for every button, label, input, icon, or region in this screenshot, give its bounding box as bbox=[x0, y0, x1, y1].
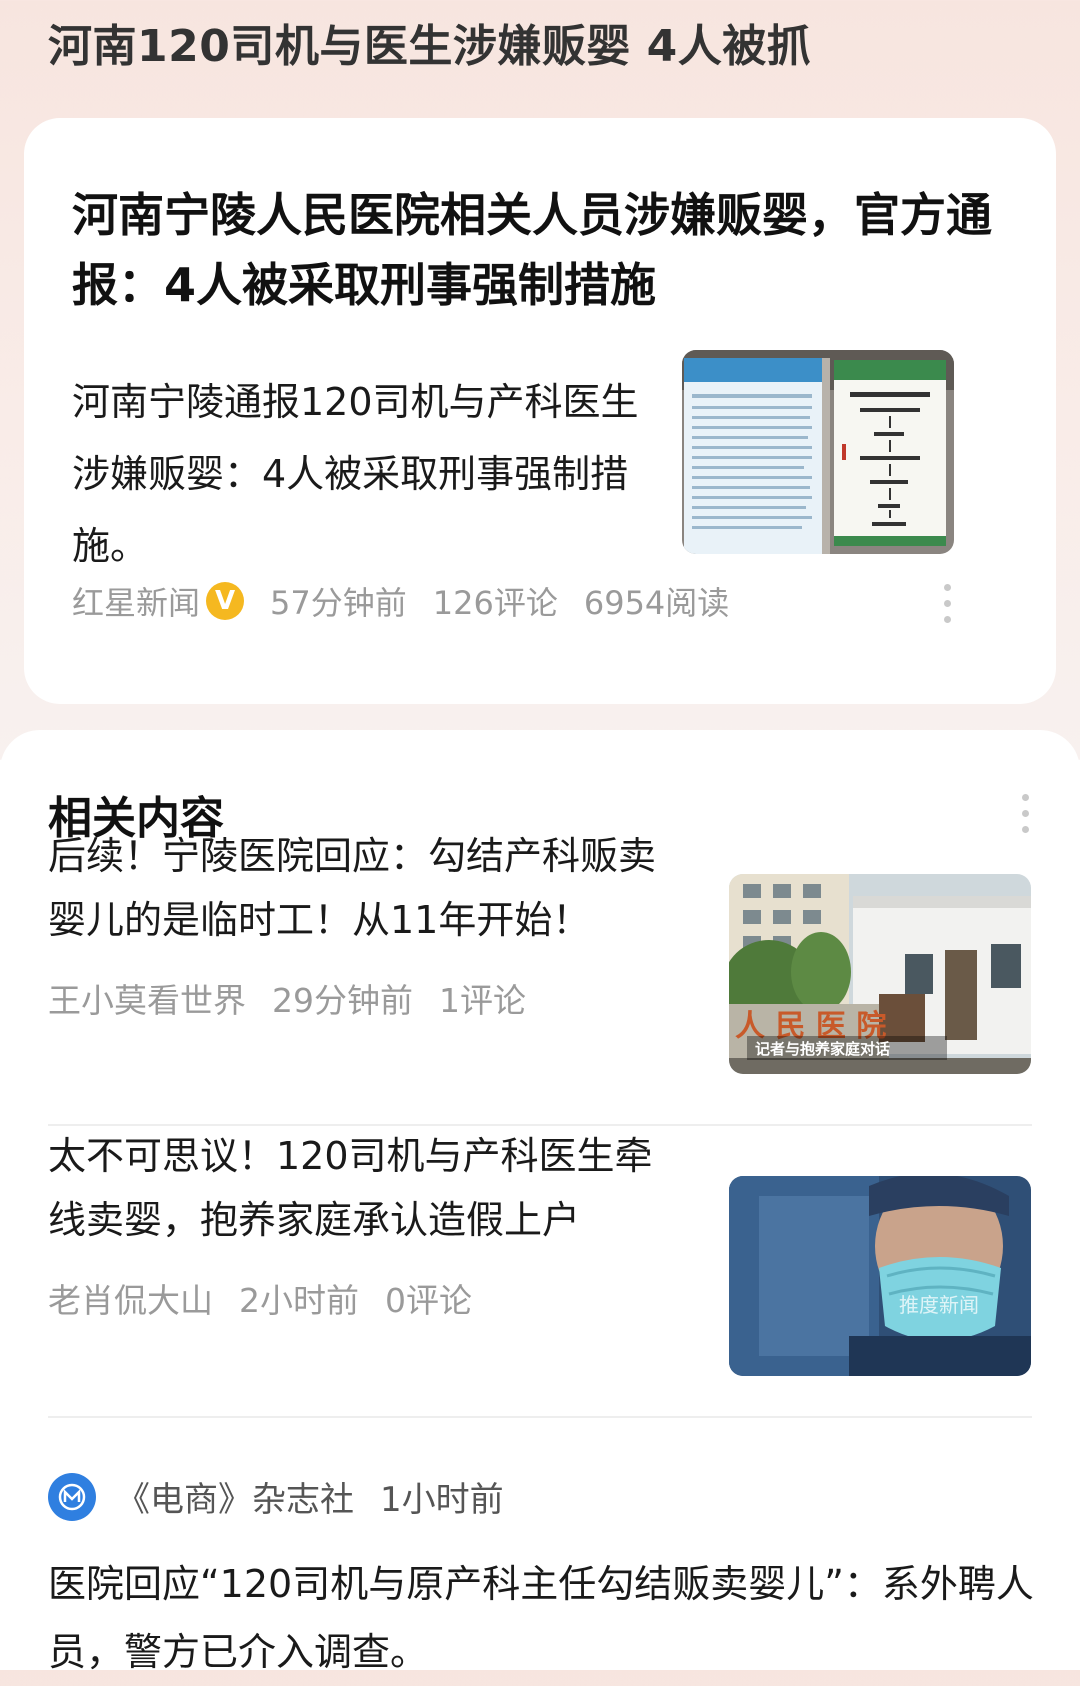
hospital-building-photo: 人 民 医 院 记者与抱养家庭对话 bbox=[729, 874, 1031, 1074]
news-thumbnail[interactable] bbox=[682, 350, 954, 554]
news-headline[interactable]: 河南宁陵人民医院相关人员涉嫌贩婴，官方通报：4人被采取刑事强制措施 bbox=[72, 180, 1012, 320]
source-time: 1小时前 bbox=[380, 1480, 504, 1520]
related-item-title[interactable]: 太不可思议！120司机与产科医生牵线卖婴，抱养家庭承认造假上户 bbox=[48, 1124, 678, 1252]
news-summary[interactable]: 河南宁陵通报120司机与产科医生涉嫌贩婴：4人被采取刑事强制措施。 bbox=[72, 366, 672, 582]
related-item-author[interactable]: 老肖侃大山 bbox=[48, 1274, 213, 1322]
news-card[interactable]: 河南宁陵人民医院相关人员涉嫌贩婴，官方通报：4人被采取刑事强制措施 河南宁陵通报… bbox=[24, 118, 1056, 704]
related-section: 相关内容 后续！宁陵医院回应：勾结产科贩卖婴儿的是临时工！从11年开始！ 王小莫… bbox=[0, 730, 1080, 1674]
related-item-author[interactable]: 王小莫看世界 bbox=[48, 974, 246, 1022]
news-source[interactable]: 红星新闻 bbox=[72, 578, 200, 624]
news-meta: 红星新闻 V 57分钟前 126评论 6954阅读 bbox=[72, 578, 755, 624]
related-item-thumbnail[interactable]: 人 民 医 院 记者与抱养家庭对话 bbox=[729, 874, 1031, 1074]
news-reads: 6954阅读 bbox=[583, 584, 730, 622]
page-title: 河南120司机与医生涉嫌贩婴 4人被抓 bbox=[48, 21, 812, 72]
news-comments: 126评论 bbox=[432, 584, 558, 622]
thumb-watermark: 推度新闻 bbox=[899, 1293, 979, 1317]
related-item-time: 2小时前 bbox=[239, 1281, 359, 1320]
verified-badge-icon: V bbox=[206, 582, 245, 620]
more-options-icon[interactable] bbox=[1022, 794, 1030, 833]
masked-doctor-photo: 推度新闻 bbox=[729, 1176, 1031, 1376]
related-item-meta: 王小莫看世界 29分钟前 1评论 bbox=[48, 974, 552, 1022]
related-item-meta: 老肖侃大山 2小时前 0评论 bbox=[48, 1274, 498, 1322]
related-item-comments: 0评论 bbox=[385, 1281, 472, 1320]
divider bbox=[48, 1416, 1032, 1418]
source-row[interactable]: 《电商》杂志社 1小时前 bbox=[48, 1472, 504, 1521]
source-name[interactable]: 《电商》杂志社 bbox=[116, 1472, 354, 1521]
news-time: 57分钟前 bbox=[270, 584, 407, 622]
thumb-caption: 记者与抱养家庭对话 bbox=[755, 1040, 890, 1058]
related-item-title[interactable]: 后续！宁陵医院回应：勾结产科贩卖婴儿的是临时工！从11年开始！ bbox=[48, 824, 678, 952]
related-item-comments: 1评论 bbox=[439, 981, 526, 1020]
related-item-thumbnail[interactable]: 推度新闻 bbox=[729, 1176, 1031, 1376]
related-item-title[interactable]: 医院回应“120司机与原产科主任勾结贩卖婴儿”：系外聘人员，警方已介入调查。 bbox=[48, 1550, 1038, 1686]
more-options-icon[interactable] bbox=[944, 584, 952, 623]
related-item-time: 29分钟前 bbox=[272, 981, 413, 1020]
hospital-notice-board-photo bbox=[682, 350, 954, 554]
magazine-logo-icon bbox=[48, 1472, 96, 1521]
